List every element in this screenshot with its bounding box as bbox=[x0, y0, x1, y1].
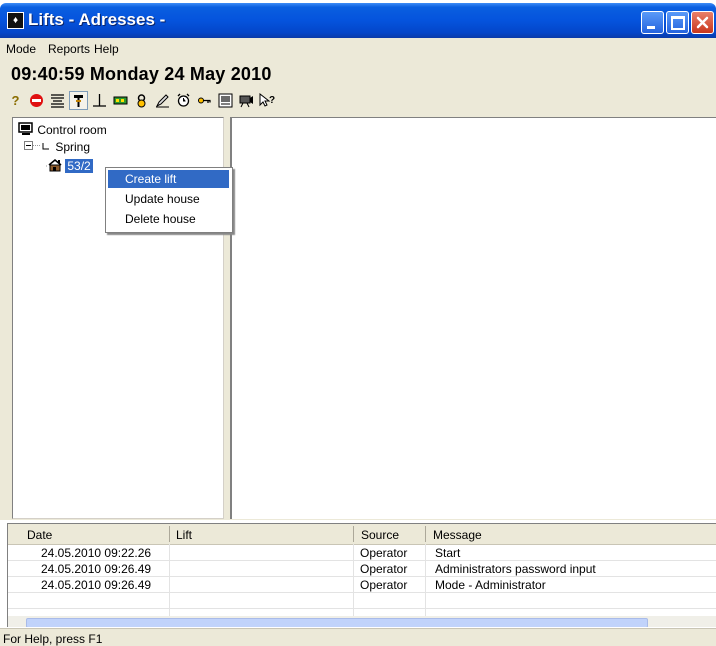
column-divider[interactable] bbox=[353, 526, 354, 542]
cell-message: Start bbox=[435, 546, 461, 560]
screen-icon[interactable] bbox=[216, 91, 235, 110]
status-bar: For Help, press F1 bbox=[0, 628, 716, 646]
horizontal-scrollbar[interactable] bbox=[8, 616, 716, 627]
scrollbar-thumb[interactable] bbox=[26, 618, 648, 627]
table-row[interactable]: 24.05.2010 09:22.26 Operator Start bbox=[8, 545, 716, 561]
tree-node-group[interactable]: Spring bbox=[24, 140, 90, 154]
status-text: For Help, press F1 bbox=[3, 632, 103, 646]
svg-text:?: ? bbox=[269, 95, 275, 106]
grid-line bbox=[8, 608, 716, 609]
stop-icon[interactable] bbox=[27, 91, 46, 110]
tree-label-house: 53/2 bbox=[65, 159, 93, 173]
alarm-icon[interactable] bbox=[174, 91, 193, 110]
help-icon[interactable]: ? bbox=[6, 91, 25, 110]
cell-date: 24.05.2010 09:22.26 bbox=[41, 546, 152, 560]
tree-label-group: Spring bbox=[55, 140, 91, 154]
tree-node-house[interactable]: 53/2 bbox=[46, 158, 93, 173]
cell-message: Mode - Administrator bbox=[435, 578, 546, 592]
list-icon[interactable] bbox=[48, 91, 67, 110]
detail-pane bbox=[230, 117, 716, 519]
toolbar: ? ? bbox=[0, 88, 716, 114]
column-divider[interactable] bbox=[169, 526, 170, 542]
cell-date: 24.05.2010 09:26.49 bbox=[41, 562, 152, 576]
cell-date: 24.05.2010 09:26.49 bbox=[41, 578, 152, 592]
table-row[interactable]: 24.05.2010 09:26.49 Operator Mode - Admi… bbox=[8, 577, 716, 593]
context-menu: Create lift Update house Delete house bbox=[105, 167, 233, 233]
column-header-message[interactable]: Message bbox=[433, 528, 482, 542]
monitor-icon bbox=[18, 122, 33, 135]
close-button[interactable] bbox=[691, 11, 714, 34]
window-title: Lifts - Adresses - bbox=[28, 10, 166, 29]
maximize-button[interactable] bbox=[666, 11, 689, 34]
menu-mode[interactable]: Mode bbox=[6, 42, 36, 56]
key-icon[interactable] bbox=[195, 91, 214, 110]
column-header-source[interactable]: Source bbox=[361, 528, 399, 542]
camera-icon[interactable] bbox=[237, 91, 256, 110]
cell-source: Operator bbox=[360, 562, 408, 576]
menu-reports[interactable]: Reports bbox=[48, 42, 90, 56]
table-header: Date Lift Source Message bbox=[8, 524, 716, 545]
tree-node-root[interactable]: Control room bbox=[18, 122, 107, 137]
help-pointer-icon[interactable]: ? bbox=[258, 91, 277, 110]
line-icon[interactable] bbox=[90, 91, 109, 110]
column-divider[interactable] bbox=[425, 526, 426, 542]
title-bar[interactable]: ♦ Lifts - Adresses - bbox=[0, 3, 716, 38]
app-icon: ♦ bbox=[7, 12, 24, 29]
menu-bar: Mode Reports Help bbox=[0, 38, 716, 60]
pencil-icon[interactable] bbox=[153, 91, 172, 110]
minimize-icon bbox=[647, 26, 655, 29]
cell-message: Administrators password input bbox=[435, 562, 596, 576]
menu-update-house[interactable]: Update house bbox=[108, 190, 229, 208]
lock-icon[interactable] bbox=[132, 91, 151, 110]
close-icon bbox=[696, 16, 709, 29]
menu-create-lift[interactable]: Create lift bbox=[108, 170, 229, 188]
maximize-icon bbox=[671, 16, 685, 30]
collapse-icon[interactable] bbox=[24, 140, 52, 152]
clock-text: 09:40:59 Monday 24 May 2010 bbox=[11, 64, 272, 84]
display-icon[interactable] bbox=[111, 91, 130, 110]
menu-help[interactable]: Help bbox=[94, 42, 119, 56]
column-header-lift[interactable]: Lift bbox=[176, 528, 192, 542]
house-icon bbox=[46, 158, 62, 172]
minimize-button[interactable] bbox=[641, 11, 664, 34]
menu-delete-house[interactable]: Delete house bbox=[108, 210, 229, 228]
table-row[interactable]: 24.05.2010 09:26.49 Operator Administrat… bbox=[8, 561, 716, 577]
cell-source: Operator bbox=[360, 578, 408, 592]
cell-source: Operator bbox=[360, 546, 408, 560]
event-log-table: Date Lift Source Message 24.05.2010 09:2… bbox=[7, 523, 716, 627]
pin-icon[interactable] bbox=[69, 91, 88, 110]
tree-label-root: Control room bbox=[37, 123, 107, 137]
clock-bar: 09:40:59 Monday 24 May 2010 bbox=[0, 60, 716, 88]
column-header-date[interactable]: Date bbox=[27, 528, 52, 542]
